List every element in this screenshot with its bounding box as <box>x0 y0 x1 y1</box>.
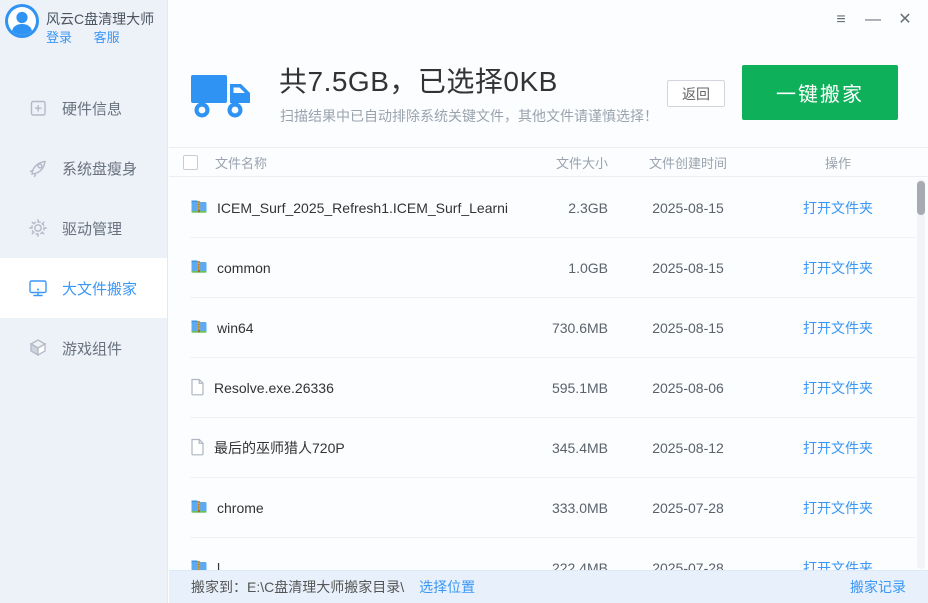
back-button[interactable]: 返回 <box>667 80 725 107</box>
file-size: 333.0MB <box>551 500 608 516</box>
sidebar-item-game-components[interactable]: 游戏组件 <box>0 318 167 378</box>
table-row: win64 730.6MB 2025-08-15 打开文件夹 <box>169 298 928 358</box>
sidebar-item-driver-manage[interactable]: 驱动管理 <box>0 198 167 258</box>
file-size: 1.0GB <box>568 260 608 276</box>
file-name: chrome <box>217 500 264 516</box>
login-link[interactable]: 登录 <box>46 30 72 45</box>
zip-folder-icon <box>190 258 208 278</box>
chip-icon <box>26 97 50 119</box>
table-row: 最后的巫师猎人720P 345.4MB 2025-08-12 打开文件夹 <box>169 418 928 478</box>
file-name: 最后的巫师猎人720P <box>214 440 345 456</box>
choose-location-link[interactable]: 选择位置 <box>419 577 475 597</box>
table-row: ICEM_Surf_2025_Refresh1.ICEM_Surf_Learni… <box>169 178 928 238</box>
footer-bar: 搬家到： E:\C盘清理大师搬家目录\ 选择位置 搬家记录 <box>169 570 928 603</box>
scan-summary-subtitle: 扫描结果中已自动排除系统关键文件，其他文件请谨慎选择！ <box>280 108 658 124</box>
cube-icon <box>26 337 50 359</box>
file-created-date: 2025-08-12 <box>652 440 724 456</box>
zip-folder-icon <box>190 498 208 518</box>
file-created-date: 2025-08-15 <box>652 200 724 216</box>
file-size: 2.3GB <box>568 200 608 216</box>
file-created-date: 2025-07-28 <box>652 500 724 516</box>
destination-label: 搬家到： <box>191 579 247 595</box>
destination-path: E:\C盘清理大师搬家目录\ <box>247 579 405 595</box>
sidebar-item-label: 驱动管理 <box>62 220 123 238</box>
column-name: 文件名称 <box>215 155 268 171</box>
close-icon[interactable]: ✕ <box>894 9 916 31</box>
open-folder-link[interactable]: 打开文件夹 <box>768 318 908 338</box>
one-click-move-button[interactable]: 一键搬家 <box>742 65 898 120</box>
file-list: ICEM_Surf_2025_Refresh1.ICEM_Surf_Learni… <box>169 178 928 603</box>
gear-icon <box>26 217 50 239</box>
file-icon <box>190 438 205 459</box>
sidebar-item-label: 游戏组件 <box>62 340 123 358</box>
zip-folder-icon <box>190 198 208 218</box>
open-folder-link[interactable]: 打开文件夹 <box>768 198 908 218</box>
sidebar-item-system-slim[interactable]: 系统盘瘦身 <box>0 138 167 198</box>
app-title: 风云C盘清理大师 <box>46 11 155 27</box>
file-size: 595.1MB <box>551 380 608 396</box>
user-avatar-icon[interactable] <box>4 3 40 39</box>
file-size: 345.4MB <box>551 440 608 456</box>
file-name: win64 <box>217 320 254 336</box>
open-folder-link[interactable]: 打开文件夹 <box>768 378 908 398</box>
sidebar-item-label: 大文件搬家 <box>62 280 138 298</box>
file-name: common <box>217 260 271 276</box>
scrollbar-thumb[interactable] <box>917 181 925 215</box>
window-controls: ≡ — ✕ <box>830 9 916 31</box>
main-panel: 共7.5GB，已选择0KB 扫描结果中已自动排除系统关键文件，其他文件请谨慎选择… <box>169 0 928 603</box>
file-icon <box>190 378 205 399</box>
rocket-icon <box>26 157 50 179</box>
sidebar-nav: 硬件信息 系统盘瘦身 驱动管理 大文件搬家 游戏组件 <box>0 78 167 378</box>
sidebar-item-label: 硬件信息 <box>62 100 123 118</box>
table-row: chrome 333.0MB 2025-07-28 打开文件夹 <box>169 478 928 538</box>
move-history-link[interactable]: 搬家记录 <box>850 577 906 597</box>
file-table-header: 文件名称 文件大小 文件创建时间 操作 <box>169 147 928 177</box>
file-name: Resolve.exe.26336 <box>214 380 334 396</box>
file-size: 730.6MB <box>551 320 608 336</box>
table-row: Resolve.exe.26336 595.1MB 2025-08-06 打开文… <box>169 358 928 418</box>
minimize-icon[interactable]: — <box>862 9 884 31</box>
table-row: common 1.0GB 2025-08-15 打开文件夹 <box>169 238 928 298</box>
column-action: 操作 <box>824 155 851 171</box>
column-size: 文件大小 <box>555 155 608 171</box>
scrollbar-track[interactable] <box>917 179 925 569</box>
support-link[interactable]: 客服 <box>94 30 120 45</box>
file-created-date: 2025-08-15 <box>652 260 724 276</box>
account-section: 风云C盘清理大师 登录 客服 <box>0 0 167 62</box>
zip-folder-icon <box>190 318 208 338</box>
select-all-checkbox[interactable] <box>183 154 198 170</box>
sidebar: 风云C盘清理大师 登录 客服 硬件信息 系统盘瘦身 驱动管理 大文件搬家 游戏组… <box>0 0 168 603</box>
menu-icon[interactable]: ≡ <box>830 9 852 31</box>
open-folder-link[interactable]: 打开文件夹 <box>768 438 908 458</box>
file-created-date: 2025-08-06 <box>652 380 724 396</box>
monitor-icon <box>26 277 50 299</box>
truck-icon <box>190 66 252 129</box>
file-created-date: 2025-08-15 <box>652 320 724 336</box>
sidebar-item-label: 系统盘瘦身 <box>62 160 138 178</box>
app-window: ≡ — ✕ 风云C盘清理大师 登录 客服 硬件信息 系统盘瘦身 驱动管理 大文件… <box>0 0 928 603</box>
open-folder-link[interactable]: 打开文件夹 <box>768 498 908 518</box>
sidebar-item-big-file-move[interactable]: 大文件搬家 <box>0 258 167 318</box>
open-folder-link[interactable]: 打开文件夹 <box>768 258 908 278</box>
sidebar-item-hardware-info[interactable]: 硬件信息 <box>0 78 167 138</box>
column-created: 文件创建时间 <box>648 155 727 171</box>
file-name: ICEM_Surf_2025_Refresh1.ICEM_Surf_Learni… <box>217 200 508 216</box>
scan-summary-title: 共7.5GB，已选择0KB <box>279 66 558 97</box>
